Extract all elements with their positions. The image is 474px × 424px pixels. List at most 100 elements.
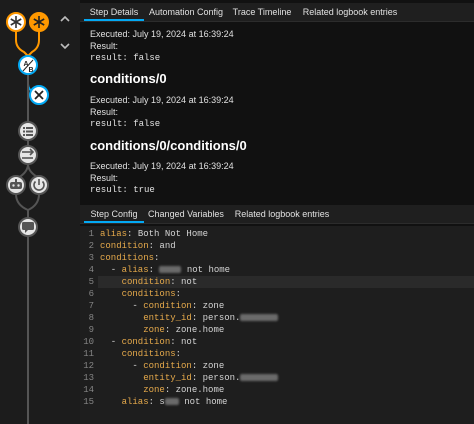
trigger-node-1[interactable] [6,12,26,32]
line-number: 15 [83,397,94,407]
yaml-value: person. [197,313,241,323]
line-number: 6 [88,289,94,299]
condition-node[interactable]: A B [18,55,38,75]
tab-automation-config[interactable]: Automation Config [146,3,226,21]
code-line: conditions: [100,289,181,299]
yaml-value-tail: not home [181,265,231,275]
bottom-tab-bar: Step Config Changed Variables Related lo… [80,205,474,224]
action-node-3[interactable] [6,175,26,195]
code-line: condition: and [100,241,176,251]
yaml-value: and [154,241,176,251]
action-node-1[interactable] [18,121,38,141]
result-value: result: true [90,185,155,195]
line-number: 3 [88,253,94,263]
yaml-value-tail: not home [178,397,228,407]
code-line: - alias: not home [100,265,231,275]
yaml-key: condition [121,337,171,347]
line-number: 4 [88,265,94,275]
result-value: result: false [90,53,161,63]
code-indent: - [100,337,122,347]
yaml-value: not [175,277,198,287]
top-tab-bar: Step Details Automation Config Trace Tim… [80,3,474,22]
yaml-value: zone [197,361,225,371]
line-number: 13 [83,373,94,383]
code-line: entity_id: person. [100,373,279,383]
yaml-key: alias [121,265,149,275]
code-line: zone: zone.home [100,385,224,395]
line-number: 5 [88,277,94,287]
executed-text: Executed: July 19, 2024 at 16:39:24 [90,161,234,171]
code-indent: - [100,301,144,311]
yaml-key: conditions [121,349,176,359]
yaml-key: conditions [100,253,155,263]
yaml-value: zone.home [170,385,225,395]
line-number: 14 [83,385,94,395]
yaml-key: entity_id [143,313,192,323]
yaml-value: zone [197,301,225,311]
trace-graph: A B [6,12,49,424]
line-number: 11 [83,349,94,359]
chevron-down-icon[interactable] [58,39,72,53]
tab-related-logbook[interactable]: Related logbook entries [298,3,402,21]
yaml-value: not [175,337,198,347]
executed-text: Executed: July 19, 2024 at 16:39:24 [90,29,234,39]
list-icon [23,127,33,136]
yaml-key: conditions [121,289,176,299]
trigger-node-2[interactable] [29,12,49,32]
step-heading: conditions/0 [90,71,167,86]
line-number: 10 [83,337,94,347]
yaml-value: Both Not Home [132,229,209,239]
code-line: condition: not [100,277,198,287]
condition-failed-node[interactable] [29,85,49,105]
code-line: - condition: zone [100,361,225,371]
yaml-code-editor[interactable]: 1 alias: Both Not Home 2 condition: and 3 con… [80,226,474,424]
action-node-4[interactable] [29,175,49,195]
result-value: result: false [90,119,161,129]
code-indent: - [100,265,122,275]
yaml-value: zone.home [170,325,225,335]
tab-related-logbook-entries[interactable]: Related logbook entries [230,205,334,223]
svg-text:B: B [29,67,34,74]
yaml-key: zone [143,325,165,335]
result-label: Result: [90,41,119,51]
redacted-text [159,266,182,274]
trace-details-panel: Step Details Automation Config Trace Tim… [80,0,474,424]
yaml-value: person. [197,373,241,383]
code-line: - condition: zone [100,301,225,311]
line-number: 8 [88,313,94,323]
redacted-text [240,314,279,322]
code-line: zone: zone.home [100,325,224,335]
code-indent: - [100,361,144,371]
trace-graph-panel: A B [0,0,80,424]
tab-step-details[interactable]: Step Details [84,3,144,21]
yaml-key: alias [121,397,149,407]
chevron-up-icon[interactable] [58,12,72,26]
yaml-key: zone [143,385,165,395]
result-label: Result: [90,173,119,183]
tab-changed-variables[interactable]: Changed Variables [146,205,226,223]
yaml-key: condition [100,241,149,251]
redacted-text [164,398,179,406]
yaml-value: s [154,397,165,407]
line-number: 2 [88,241,94,251]
code-line: - condition: not [100,337,198,347]
result-label: Result: [90,107,119,117]
yaml-key: alias [100,229,128,239]
code-line: conditions: [100,349,181,359]
executed-text: Executed: July 19, 2024 at 16:39:24 [90,95,234,105]
line-number: 9 [88,325,94,335]
tab-trace-timeline[interactable]: Trace Timeline [228,3,296,21]
action-node-2[interactable] [18,145,38,165]
tab-step-config[interactable]: Step Config [84,205,144,223]
action-node-5[interactable] [18,217,38,237]
code-line: alias: Both Not Home [100,229,209,239]
yaml-key: condition [143,361,192,371]
